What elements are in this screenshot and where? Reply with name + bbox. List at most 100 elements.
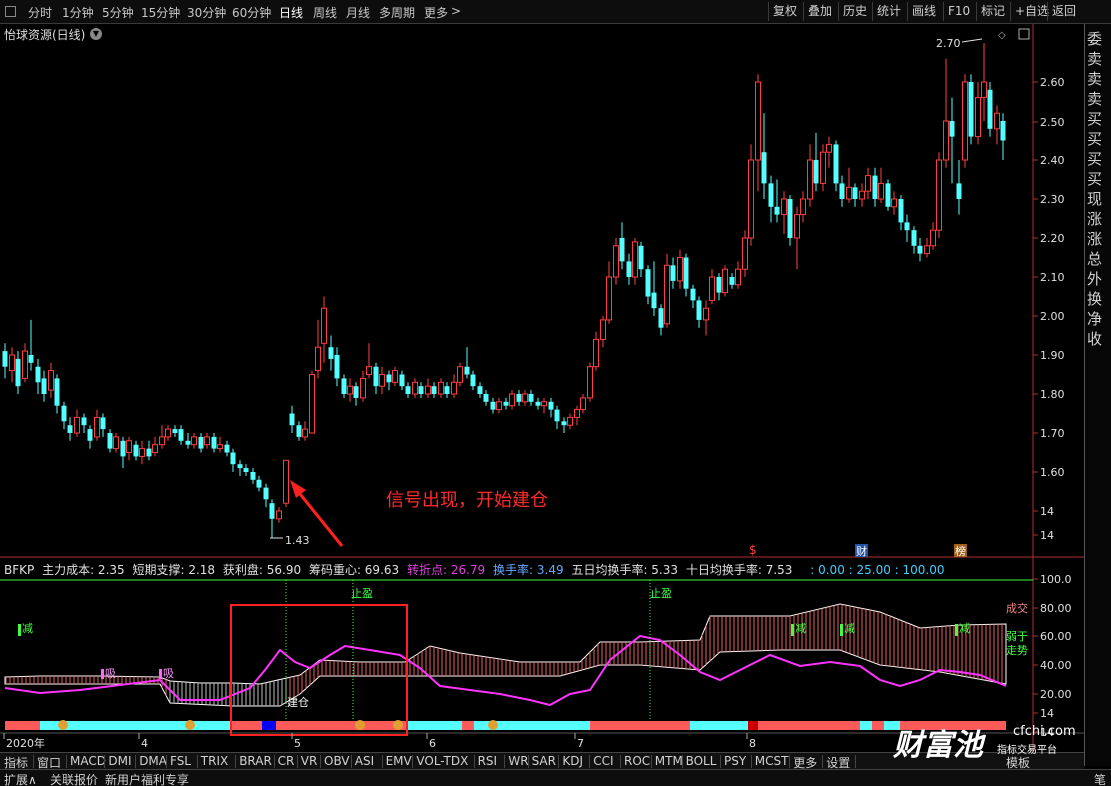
expand-button[interactable]: 扩展∧	[4, 771, 37, 786]
low-price-label: 1.43	[285, 534, 310, 547]
candle-body-up	[781, 198, 787, 216]
candle-body-up	[113, 436, 119, 450]
period-weekly[interactable]: 周线	[313, 4, 337, 21]
related-quote-button[interactable]: 关联报价	[50, 771, 98, 786]
toolbar-biaoji-button[interactable]: 标记	[976, 2, 1009, 21]
indicator-tab[interactable]: CR	[278, 754, 295, 768]
indicator-tab[interactable]: ROC	[624, 754, 650, 768]
candle-body-up	[451, 381, 457, 395]
period-5min[interactable]: 5分钟	[102, 4, 134, 21]
candle-body-down	[296, 425, 302, 437]
right-label: 弱于	[1006, 630, 1028, 643]
candle-body-down	[839, 183, 845, 199]
indicator-tab[interactable]: KDJ	[562, 754, 583, 768]
period-60min[interactable]: 60分钟	[232, 4, 271, 21]
time-tick-label: 7	[577, 737, 584, 750]
candle-body-up	[878, 182, 884, 200]
candle-body-up	[994, 112, 1000, 130]
candle-body-down	[399, 374, 405, 387]
ind-tick-label: 60.00	[1040, 630, 1072, 643]
candle-body-down	[548, 401, 554, 410]
candle-body-down	[243, 468, 249, 472]
candle-body-down	[619, 238, 625, 262]
indicator-tab[interactable]: EMV	[386, 754, 412, 768]
tab-separator	[273, 755, 275, 768]
chart-canvas[interactable]: 2.60 2.50 2.40 2.30 2.20 2.10 2.00 1.90 1.80 1.70…	[0, 24, 1084, 752]
candle-body-up	[677, 257, 683, 282]
menu-square-icon[interactable]	[5, 6, 16, 17]
candle-body-down	[898, 199, 904, 223]
period-30min[interactable]: 30分钟	[187, 4, 226, 21]
indicator-tab[interactable]: RSI	[478, 754, 498, 768]
indicator-tab[interactable]: ASI	[355, 754, 374, 768]
indicator-tab[interactable]: WR	[508, 754, 528, 768]
period-monthly[interactable]: 月线	[346, 4, 370, 21]
price-tick-label: 2.20	[1040, 232, 1065, 245]
toolbar-diejia-button[interactable]: 叠加	[803, 2, 836, 21]
price-grid	[0, 24, 1084, 752]
toolbar-fuquan-button[interactable]: 复权	[768, 2, 801, 21]
toolbar-f10-button[interactable]: F10	[943, 2, 974, 21]
indicator-tab[interactable]: PSY	[724, 754, 746, 768]
toolbar-lishi-button[interactable]: 历史	[838, 2, 871, 21]
status-bar-segment	[40, 721, 230, 730]
candle-body-up	[379, 374, 385, 387]
indicator-tab[interactable]: BRAR	[239, 754, 272, 768]
period-daily[interactable]: 日线	[279, 4, 303, 21]
toolbar-huaxian-button[interactable]: 画线	[907, 2, 940, 21]
tab-separator	[527, 755, 529, 768]
reduce-marker	[791, 624, 794, 636]
indicator-tab[interactable]: MTM	[655, 754, 683, 768]
candle-body-up	[165, 428, 171, 438]
period-1min[interactable]: 1分钟	[62, 4, 94, 21]
indicator-tab[interactable]: OBV	[324, 754, 350, 768]
ind-tick-label: 80.00	[1040, 602, 1072, 615]
candle-body-up	[74, 416, 80, 434]
chart-bg	[0, 24, 1084, 752]
indicator-tab[interactable]: CCI	[593, 754, 613, 768]
indicator-tab[interactable]: MCST	[755, 754, 789, 768]
candle-body-up	[276, 510, 282, 520]
new-user-promo-link[interactable]: 新用户福利专享	[105, 771, 189, 786]
candle-body-down	[852, 187, 858, 199]
toolbar-back-button[interactable]: 返回	[1047, 2, 1080, 21]
period-15min[interactable]: 15分钟	[141, 4, 180, 21]
indicator-tab[interactable]: MACD	[70, 754, 106, 768]
candle-body-down	[949, 121, 955, 137]
candle-body-up	[283, 459, 289, 504]
reduce-label: 减	[22, 622, 33, 635]
tab-separator	[720, 755, 721, 768]
indicator-name[interactable]: BFKP	[4, 563, 34, 577]
watermark-logo: 财富池 cfchi.com 指标交易平台	[893, 720, 1083, 764]
candle-body-down	[269, 503, 275, 519]
indicator-tab[interactable]: SAR	[532, 754, 556, 768]
indicator-tab[interactable]: FSL	[170, 754, 191, 768]
chevron-down-icon[interactable]: ▼	[90, 28, 102, 40]
reduce-marker	[840, 624, 843, 636]
pen-button[interactable]: 笔	[1094, 771, 1106, 786]
indicator-tab[interactable]: TRIX	[201, 754, 228, 768]
indicator-tab[interactable]: DMI	[108, 754, 131, 768]
chevron-right-icon[interactable]: >	[451, 4, 461, 18]
status-bar-segment	[748, 721, 758, 730]
tab-separator	[66, 755, 67, 768]
period-multi[interactable]: 多周期	[379, 4, 415, 21]
build-label: 建仓	[287, 695, 309, 709]
candle-body-up	[748, 159, 754, 239]
indicator-tab[interactable]: VR	[301, 754, 318, 768]
indicator-tab[interactable]: VOL-TDX	[416, 754, 468, 768]
period-fenshi[interactable]: 分时	[28, 4, 52, 21]
hand-icon	[393, 720, 403, 730]
candle-body-down	[263, 487, 269, 500]
indicator-tab[interactable]: DMA	[139, 754, 167, 768]
side-label: 外	[1087, 270, 1103, 287]
candle-body-up	[152, 444, 158, 454]
event-marker: $	[749, 543, 757, 557]
indicator-tab[interactable]: BOLL	[686, 754, 717, 768]
toolbar-tongji-button[interactable]: 统计	[872, 2, 905, 21]
time-tick-label: 4	[141, 737, 148, 750]
ind-tick-label: 20.00	[1040, 688, 1072, 701]
period-more[interactable]: 更多	[424, 4, 448, 21]
candle-body-up	[159, 436, 165, 446]
candle-body-up	[94, 416, 100, 438]
